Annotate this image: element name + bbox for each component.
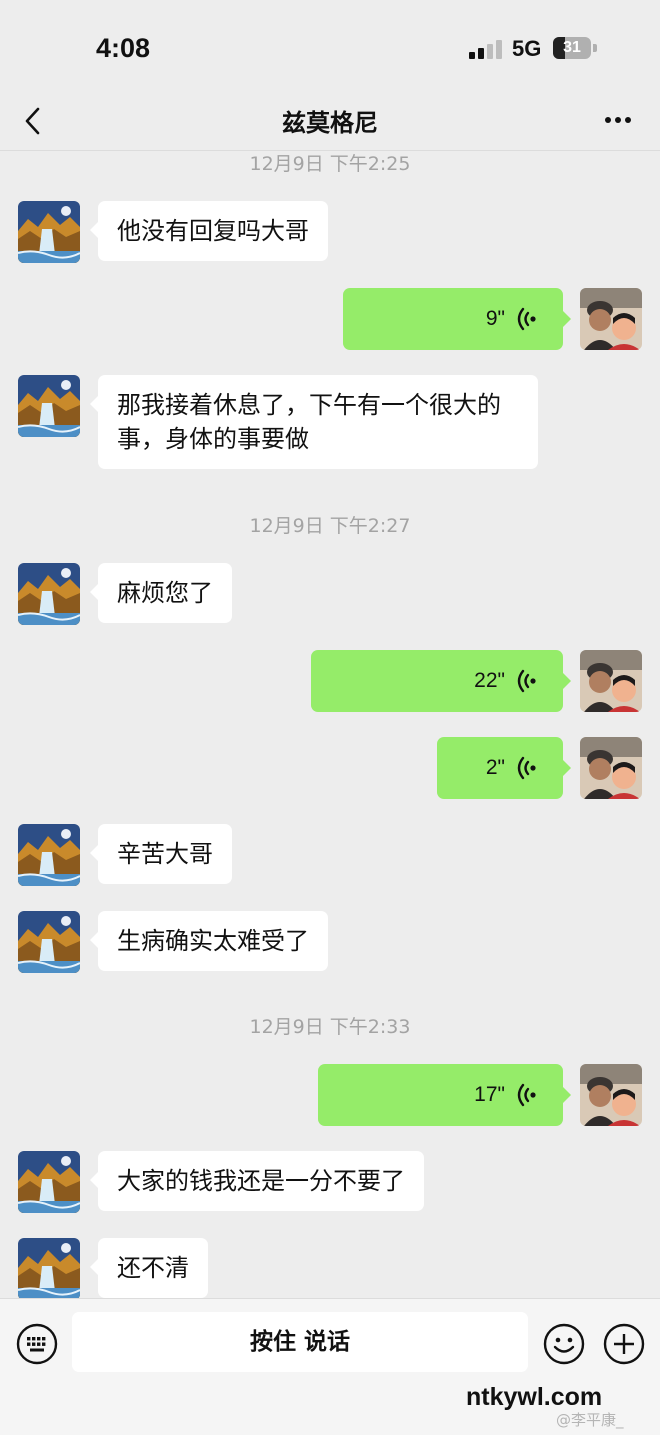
battery-icon: 31	[553, 37, 591, 59]
self-avatar[interactable]	[580, 1064, 642, 1126]
self-avatar[interactable]	[580, 650, 642, 712]
voice-duration: 2"	[485, 756, 505, 779]
incoming-text-bubble[interactable]: 他没有回复吗大哥	[90, 201, 328, 261]
self-avatar[interactable]	[580, 737, 642, 799]
site-watermark: ntkywl.com	[466, 1383, 603, 1411]
incoming-text-bubble[interactable]: 生病确实太难受了	[90, 911, 328, 971]
voice-duration: 22"	[474, 669, 505, 692]
contact-avatar[interactable]	[18, 824, 80, 886]
voice-duration: 9"	[485, 307, 505, 330]
keyboard-icon	[16, 1323, 58, 1365]
incoming-text-bubble[interactable]: 大家的钱我还是一分不要了	[90, 1151, 424, 1211]
battery-level: 31	[563, 39, 581, 56]
contact-avatar[interactable]	[18, 375, 80, 437]
self-avatar[interactable]	[580, 288, 642, 350]
battery-cap	[593, 44, 597, 52]
emoji-button[interactable]	[543, 1323, 585, 1365]
more-dots-icon	[605, 117, 611, 123]
more-actions-button[interactable]	[603, 1323, 645, 1365]
outgoing-voice-bubble[interactable]: 2"	[437, 737, 571, 799]
outgoing-voice-bubble[interactable]: 17"	[318, 1064, 571, 1126]
voice-wave-icon	[517, 669, 536, 693]
chat-header: 兹莫格尼	[0, 95, 660, 151]
incoming-text-bubble[interactable]: 麻烦您了	[90, 563, 232, 623]
network-type: 5G	[512, 36, 542, 61]
more-button[interactable]	[598, 105, 638, 135]
status-bar: 4:08 5G 31	[0, 0, 660, 95]
contact-avatar[interactable]	[18, 1238, 80, 1300]
outgoing-voice-bubble[interactable]: 22"	[311, 650, 571, 712]
timestamp: 12月9日 下午2:27	[249, 515, 411, 537]
incoming-text-bubble[interactable]: 那我接着休息了，下午有一个很大的事，身体的事要做	[90, 375, 538, 469]
voice-wave-icon	[517, 307, 536, 331]
chat-title: 兹莫格尼	[282, 109, 378, 137]
voice-duration: 17"	[474, 1083, 505, 1106]
voice-wave-icon	[517, 1083, 536, 1107]
contact-avatar[interactable]	[18, 1151, 80, 1213]
emoji-icon	[543, 1323, 585, 1365]
contact-avatar[interactable]	[18, 911, 80, 973]
signal-icon	[469, 39, 503, 59]
incoming-text-bubble[interactable]: 辛苦大哥	[90, 824, 232, 884]
outgoing-voice-bubble[interactable]: 9"	[343, 288, 571, 350]
credit-watermark: @李平康_	[556, 1411, 624, 1429]
incoming-text-bubble[interactable]: 还不清	[90, 1238, 208, 1298]
timestamp: 12月9日 下午2:25	[249, 153, 411, 175]
status-time: 4:08	[96, 33, 151, 63]
hold-to-talk-button[interactable]: 按住 说话	[72, 1312, 528, 1372]
plus-icon	[603, 1323, 645, 1365]
timestamp: 12月9日 下午2:33	[249, 1016, 411, 1038]
keyboard-toggle-button[interactable]	[16, 1323, 58, 1365]
voice-wave-icon	[517, 756, 536, 780]
input-bar: 按住 说话 ntkywl.com @李平康_	[0, 1298, 660, 1435]
contact-avatar[interactable]	[18, 563, 80, 625]
contact-avatar[interactable]	[18, 201, 80, 263]
